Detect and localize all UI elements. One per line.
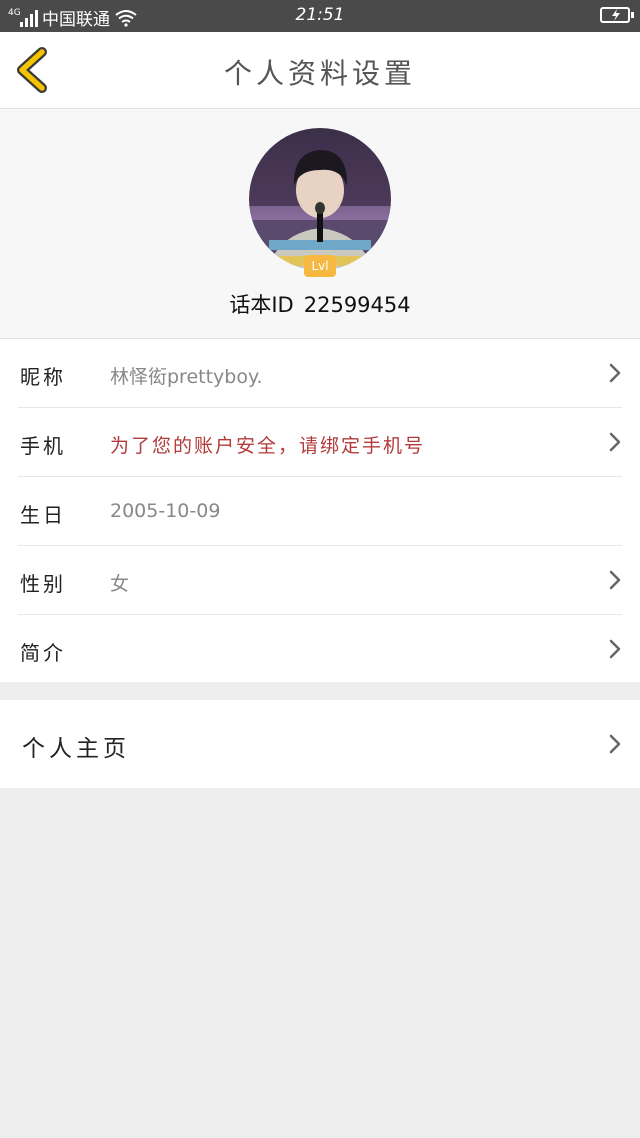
- chevron-right-icon: [609, 432, 621, 452]
- phone-bind-prompt: 为了您的账户安全，请绑定手机号: [110, 435, 426, 457]
- chevron-right-icon: [609, 363, 621, 383]
- settings-list: 昵称 林怿衒prettyboy. 手机 为了您的账户安全，请绑定手机号 生日 2…: [0, 339, 640, 682]
- chevron-right-icon: [609, 639, 621, 659]
- gender-value: 女: [110, 573, 130, 595]
- user-id-value: 22599454: [303, 293, 411, 317]
- avatar[interactable]: [249, 128, 391, 270]
- chevron-right-icon: [609, 734, 621, 754]
- row-birthday: 生日 2005-10-09: [18, 477, 622, 546]
- row-nickname[interactable]: 昵称 林怿衒prettyboy.: [18, 339, 622, 408]
- row-label: 个人主页: [22, 736, 130, 762]
- row-gender[interactable]: 性别 女: [18, 546, 622, 615]
- page-title: 个人资料设置: [223, 57, 416, 90]
- row-personal-homepage[interactable]: 个人主页: [0, 700, 640, 788]
- user-id-label: 话本ID: [229, 293, 294, 317]
- row-label: 简介: [20, 641, 66, 665]
- battery-charging-icon: [600, 7, 634, 23]
- row-bio[interactable]: 简介: [18, 615, 622, 683]
- birthday-value: 2005-10-09: [110, 500, 221, 522]
- row-label: 性别: [20, 572, 66, 596]
- section-divider: [0, 682, 640, 700]
- clock: 21:51: [295, 5, 345, 25]
- status-bar: 4G 中国联通 21:51: [0, 0, 640, 32]
- row-label: 生日: [20, 503, 66, 527]
- profile-header: Lvl 话本ID 22599454: [0, 109, 640, 339]
- row-label: 昵称: [20, 365, 66, 389]
- nickname-value: 林怿衒prettyboy.: [110, 366, 263, 388]
- row-label: 手机: [20, 434, 66, 458]
- chevron-right-icon: [609, 570, 621, 590]
- user-id: 话本ID 22599454: [0, 289, 640, 319]
- nav-bar: 个人资料设置: [0, 32, 640, 109]
- level-badge: Lvl: [304, 255, 336, 277]
- row-phone[interactable]: 手机 为了您的账户安全，请绑定手机号: [18, 408, 622, 477]
